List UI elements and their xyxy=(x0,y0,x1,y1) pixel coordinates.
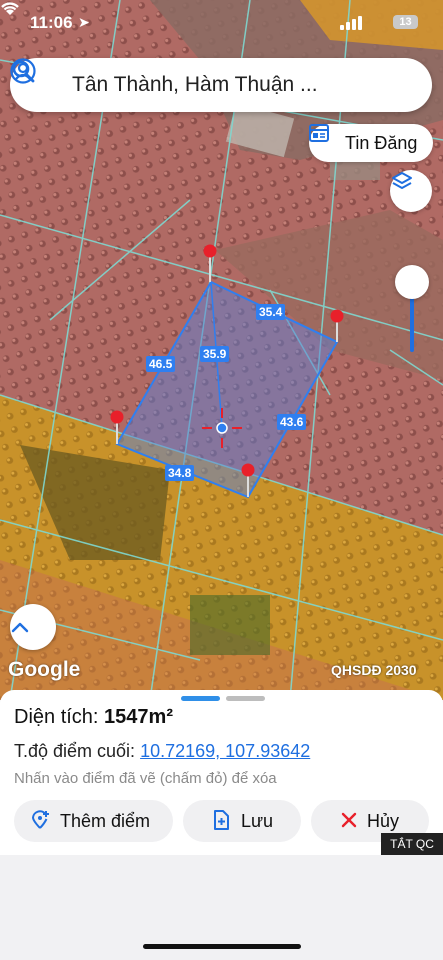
layers-button[interactable] xyxy=(390,170,432,212)
area-value: 1547m² xyxy=(104,706,173,728)
page-indicator xyxy=(181,696,265,701)
layers-icon xyxy=(392,172,412,189)
layer-label: QHSDĐ 2030 xyxy=(331,662,417,678)
last-point-coordinates: T.độ điểm cuối: 10.72169, 107.93642 xyxy=(14,741,310,762)
battery-icon: 13 xyxy=(393,15,418,29)
add-point-label: Thêm điểm xyxy=(60,811,151,831)
area-label: Diện tích: xyxy=(14,706,99,728)
hide-ads-button[interactable]: TẮT QC xyxy=(381,833,443,855)
segment-length-diagonal: 35.9 xyxy=(200,346,230,362)
close-icon xyxy=(341,812,357,828)
expand-button[interactable] xyxy=(10,604,56,650)
search-icon[interactable] xyxy=(10,58,36,84)
clock: 11:06 xyxy=(30,13,73,32)
wifi-icon xyxy=(1,2,19,15)
area-text: Diện tích: 1547m² xyxy=(14,706,173,729)
save-button[interactable]: Lưu xyxy=(183,800,301,842)
save-label: Lưu xyxy=(241,811,274,831)
tin-dang-button[interactable]: Tin Đăng xyxy=(309,124,433,162)
segment-length-bottom: 34.8 xyxy=(165,465,195,481)
status-bar: 11:06 ➤ 13 xyxy=(0,0,443,48)
google-logo: Google xyxy=(8,658,81,681)
segment-length-top: 35.4 xyxy=(256,304,286,320)
tin-dang-label: Tin Đăng xyxy=(345,133,418,153)
segment-length-right: 43.6 xyxy=(277,414,307,430)
coord-link[interactable]: 10.72169, 107.93642 xyxy=(140,741,310,761)
opacity-slider-knob[interactable] xyxy=(395,265,429,299)
search-text[interactable]: Tân Thành, Hàm Thuận ... xyxy=(72,73,318,97)
search-bar[interactable]: Tân Thành, Hàm Thuận ... xyxy=(10,58,432,112)
pin-plus-icon xyxy=(31,810,49,829)
listing-icon xyxy=(309,124,329,142)
opacity-slider-track[interactable] xyxy=(410,290,414,352)
add-point-button[interactable]: Thêm điểm xyxy=(14,800,173,842)
cancel-label: Hủy xyxy=(367,811,400,831)
chevron-up-icon xyxy=(11,622,29,633)
location-arrow-icon: ➤ xyxy=(78,14,90,30)
home-indicator[interactable] xyxy=(143,944,301,949)
coord-label: T.độ điểm cuối: xyxy=(14,741,136,761)
signal-icon xyxy=(340,14,362,30)
hint-text: Nhấn vào điểm đã vẽ (chấm đỏ) để xóa xyxy=(14,770,277,787)
info-panel: Diện tích: 1547m² T.độ điểm cuối: 10.721… xyxy=(0,690,443,855)
segment-length-left: 46.5 xyxy=(146,356,176,372)
map-view[interactable]: 35.4 46.5 35.9 43.6 34.8 11:06 ➤ 13 Tân … xyxy=(0,0,443,700)
save-icon xyxy=(214,810,229,830)
